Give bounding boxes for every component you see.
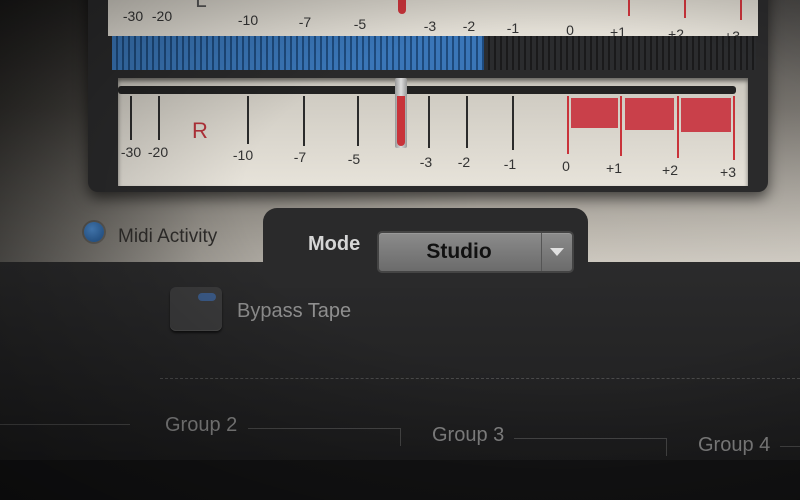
top-scale-label: -20 xyxy=(151,8,173,24)
bottom-scale-label: -1 xyxy=(503,156,517,172)
midi-activity-led xyxy=(84,222,104,242)
group-4-tab[interactable]: Group 4 xyxy=(698,434,770,457)
top-red-tick xyxy=(628,0,630,16)
section-divider xyxy=(160,378,800,379)
top-scale-label: -2 xyxy=(462,18,476,34)
top-needle xyxy=(398,0,406,14)
scale-tick xyxy=(303,96,305,146)
bottom-bar xyxy=(0,460,800,500)
bypass-tape-toggle[interactable] xyxy=(170,287,222,331)
mode-dropdown-toggle[interactable] xyxy=(541,233,572,271)
bottom-scale-label: -5 xyxy=(347,151,361,167)
meter-scale-bottom xyxy=(118,78,748,186)
bottom-scale-label: -30 xyxy=(120,144,142,160)
bottom-scale-label: 0 xyxy=(562,158,570,174)
peak-zone-block xyxy=(681,98,731,132)
midi-activity-label: Midi Activity xyxy=(118,226,218,247)
red-scale-tick xyxy=(620,96,622,156)
group-separator-line xyxy=(400,428,401,446)
top-scale-label: -7 xyxy=(298,14,312,30)
right-channel-label: R xyxy=(192,118,208,143)
mode-label: Mode xyxy=(308,233,361,255)
mode-dropdown[interactable]: Studio xyxy=(377,231,574,273)
meter-needle xyxy=(397,96,405,146)
group-separator-line xyxy=(780,446,800,447)
scale-tick xyxy=(466,96,468,148)
top-scale-label: -10 xyxy=(237,12,259,28)
bottom-scale-label: +1 xyxy=(606,160,622,176)
needle-track xyxy=(118,86,736,94)
group-separator-line xyxy=(666,438,667,456)
level-bar-active xyxy=(112,36,484,70)
bypass-indicator xyxy=(198,293,216,301)
scale-tick xyxy=(428,96,430,148)
bottom-scale-label: -10 xyxy=(232,147,254,163)
left-channel-label: L xyxy=(195,0,207,12)
top-red-tick xyxy=(684,0,686,18)
red-scale-tick xyxy=(677,96,679,158)
top-scale-label: -30 xyxy=(122,8,144,24)
group-2-tab[interactable]: Group 2 xyxy=(165,414,237,437)
scale-tick xyxy=(247,96,249,144)
bottom-scale-label: +2 xyxy=(662,162,678,178)
red-scale-tick xyxy=(567,96,569,154)
bottom-scale-label: -2 xyxy=(457,154,471,170)
top-scale-label: -3 xyxy=(423,18,437,34)
scale-tick xyxy=(130,96,132,140)
red-scale-tick xyxy=(733,96,735,160)
group-separator-line xyxy=(0,424,130,425)
group-3-tab[interactable]: Group 3 xyxy=(432,424,504,447)
top-scale-label: -1 xyxy=(506,20,520,36)
plugin-window: L -30 -20 -10 -7 -5 -3 -2 -1 0 +1 +2 +3 … xyxy=(0,0,800,500)
scale-tick xyxy=(512,96,514,150)
group-separator-line xyxy=(514,438,666,439)
top-red-tick xyxy=(740,0,742,20)
scale-tick xyxy=(158,96,160,140)
bottom-scale-label: +3 xyxy=(720,164,736,180)
peak-zone-block xyxy=(625,98,674,130)
scale-tick xyxy=(357,96,359,146)
bottom-scale-label: -3 xyxy=(419,154,433,170)
bottom-scale-label: -7 xyxy=(293,149,307,165)
group-separator-line xyxy=(248,428,400,429)
bottom-scale-label: -20 xyxy=(147,144,169,160)
peak-zone-block xyxy=(571,98,618,128)
level-bar-inactive xyxy=(484,36,756,70)
chevron-down-icon xyxy=(550,248,564,256)
top-scale-label: -5 xyxy=(353,16,367,32)
bypass-tape-label: Bypass Tape xyxy=(237,300,352,322)
mode-selected-value: Studio xyxy=(426,240,492,263)
